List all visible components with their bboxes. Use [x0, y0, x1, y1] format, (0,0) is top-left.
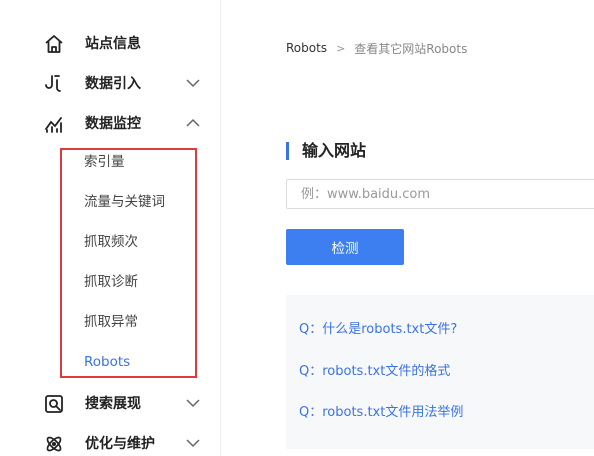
- monitor-chart-icon: [45, 117, 62, 133]
- faq-link-robots-format[interactable]: Q：robots.txt文件的格式: [299, 362, 450, 382]
- page-title: 输入网站: [302, 141, 367, 160]
- chevron-down-icon[interactable]: [186, 398, 200, 408]
- sidebar-item-search-display[interactable]: 搜索展现: [0, 384, 221, 424]
- chevron-up-icon[interactable]: [186, 118, 200, 128]
- home-icon: [45, 35, 63, 53]
- sidebar-item-site-info[interactable]: 站点信息: [0, 24, 221, 64]
- faq-link-what-is-robots[interactable]: Q：什么是robots.txt文件?: [299, 320, 457, 340]
- sidebar-item-label: 搜索展现: [85, 396, 141, 412]
- sidebar-item-label: 站点信息: [85, 36, 141, 52]
- chevron-down-icon[interactable]: [186, 78, 200, 88]
- sidebar-item-data-monitor[interactable]: 数据监控: [0, 104, 221, 144]
- website-input[interactable]: [287, 180, 594, 208]
- highlight-box: [60, 148, 197, 378]
- chevron-down-icon[interactable]: [186, 438, 200, 448]
- breadcrumb: Robots > 查看其它网站Robots: [286, 38, 467, 58]
- data-import-icon: [45, 75, 61, 92]
- search-display-icon: [45, 395, 63, 413]
- main-content: Robots > 查看其它网站Robots 输入网站 检测 Q：什么是robot…: [222, 0, 594, 456]
- sidebar-item-label: 数据引入: [85, 76, 141, 92]
- sidebar-item-data-import[interactable]: 数据引入: [0, 64, 221, 104]
- title-accent-bar: [286, 142, 289, 160]
- breadcrumb-current: 查看其它网站Robots: [354, 41, 468, 56]
- sidebar-item-label: 数据监控: [85, 116, 141, 132]
- website-input-wrapper: [286, 179, 594, 209]
- faq-panel: Q：什么是robots.txt文件? Q：robots.txt文件的格式 Q：r…: [286, 295, 594, 449]
- faq-link-robots-examples[interactable]: Q：robots.txt文件用法举例: [299, 403, 463, 423]
- breadcrumb-separator: >: [336, 41, 346, 55]
- sidebar: 站点信息 数据引入 数据监控 索引量 流量与关键词 抓取频次 抓取诊断 抓取异常…: [0, 0, 221, 456]
- sidebar-item-label: 优化与维护: [85, 436, 155, 452]
- sidebar-item-optimize[interactable]: 优化与维护: [0, 424, 221, 456]
- breadcrumb-root[interactable]: Robots: [286, 41, 327, 55]
- check-button[interactable]: 检测: [286, 229, 404, 265]
- optimize-atom-icon: [46, 436, 62, 452]
